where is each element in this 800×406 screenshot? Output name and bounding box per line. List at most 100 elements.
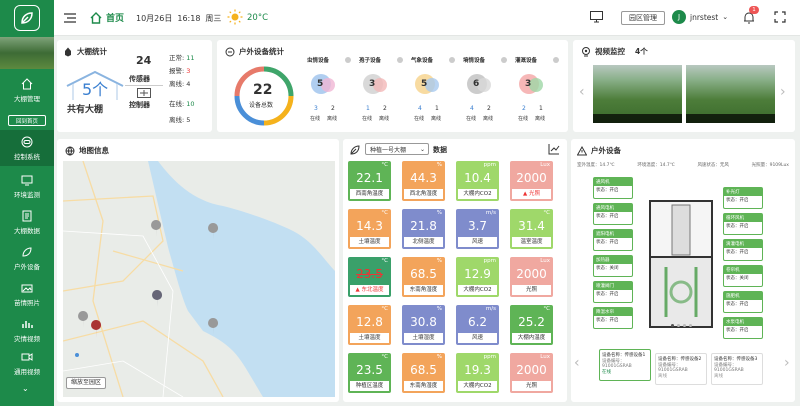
online-label: 在线 bbox=[518, 116, 529, 122]
sensor-status: 正常: 11 报警: 3 离线: 4 bbox=[169, 54, 195, 88]
sensor-cell[interactable]: °C 22.1 西南角温度 bbox=[348, 161, 391, 201]
sensor-label: 风速 bbox=[458, 333, 497, 343]
globe-icon bbox=[65, 146, 75, 156]
control-box-left[interactable]: 加热器 状态：关闭 bbox=[593, 255, 633, 277]
sensor-cell[interactable]: °C 14.3 土壤温度 bbox=[348, 209, 391, 249]
sensor-cell[interactable]: Lux 2000 ▲ 光照 bbox=[510, 161, 553, 201]
carousel-dots[interactable] bbox=[671, 324, 692, 327]
sensor-cell[interactable]: °C 25.2 大棚内温度 bbox=[510, 305, 553, 345]
sensor-label: ▲ 东北温度 bbox=[350, 285, 389, 295]
video-feed-1[interactable] bbox=[593, 65, 682, 123]
sidebar-item-data[interactable]: 大棚数据 bbox=[0, 204, 54, 240]
sensor-value: 68.5 bbox=[410, 267, 437, 281]
control-box-right[interactable]: 补光灯 状态：开启 bbox=[723, 187, 763, 209]
control-box-left[interactable]: 遮阳电机 状态：开启 bbox=[593, 229, 633, 251]
rocket-icon bbox=[65, 47, 71, 56]
sensor-cell[interactable]: ppm 10.4 大棚内CO2 bbox=[456, 161, 499, 201]
menu-toggle-icon[interactable] bbox=[64, 13, 76, 25]
sensor-cell[interactable]: % 44.3 西北角湿度 bbox=[402, 161, 445, 201]
sensor-cell[interactable]: Lux 2000 光照 bbox=[510, 257, 553, 297]
back-home-tag[interactable]: 回到首页 bbox=[8, 115, 46, 126]
sensor-unit: % bbox=[436, 306, 442, 312]
offline-count: 2 bbox=[383, 105, 387, 112]
control-box-right[interactable]: 循环风机 状态：开启 bbox=[723, 213, 763, 235]
outdoor-total-label: 设备总数 bbox=[249, 102, 274, 109]
map-canvas[interactable] bbox=[63, 161, 335, 397]
sensor-cell[interactable]: °C 23.5 ▲ 东北温度 bbox=[348, 257, 391, 297]
sensor-cell[interactable]: m/s 3.7 风速 bbox=[456, 209, 499, 249]
greenhouse-select[interactable]: 种植一号大棚 ⌄ bbox=[365, 143, 429, 155]
offline-label: 离线 bbox=[535, 116, 546, 122]
control-box-right[interactable]: 水泵电机 状态：开启 bbox=[723, 317, 763, 339]
sensor-cell[interactable]: % 21.8 北侧温度 bbox=[402, 209, 445, 249]
sensor-cell[interactable]: ppm 19.3 大棚内CO2 bbox=[456, 353, 499, 393]
control-box-left[interactable]: 喷灌阀门 状态：开启 bbox=[593, 281, 633, 303]
outdoor-group-count: 5 bbox=[421, 79, 428, 89]
chart-icon[interactable] bbox=[548, 143, 560, 157]
prev-arrow-icon[interactable]: ‹ bbox=[574, 355, 580, 371]
sensor-value: 12.9 bbox=[464, 267, 491, 281]
device-card[interactable]: 设备名称：传感设备1 设备编号：91001GSRAB 在线 bbox=[599, 349, 651, 381]
sensor-cell[interactable]: ppm 12.9 大棚内CO2 bbox=[456, 257, 499, 297]
sidebar-item-photos[interactable]: 苗情照片 bbox=[0, 276, 54, 312]
user-menu[interactable]: J jnrstest ⌄ bbox=[672, 10, 728, 24]
sidebar-item-video[interactable]: 通用视频 bbox=[0, 345, 54, 381]
control-box-left[interactable]: 通风机 状态：开启 bbox=[593, 177, 633, 199]
sun-icon bbox=[227, 9, 243, 27]
greenhouse-count-label: 共有大棚 bbox=[67, 105, 104, 115]
sensor-label: 温室温度 bbox=[512, 237, 551, 247]
online-count: 1 bbox=[366, 105, 370, 112]
sidebar-item-environment[interactable]: 环境监测 bbox=[0, 168, 54, 204]
data-title: 数据 bbox=[433, 146, 447, 154]
next-arrow-icon[interactable]: › bbox=[780, 84, 786, 100]
sensor-cell[interactable]: % 30.8 土壤湿度 bbox=[402, 305, 445, 345]
sensor-cell[interactable]: m/s 6.2 风速 bbox=[456, 305, 499, 345]
control-box-right[interactable]: 施肥机 状态：开启 bbox=[723, 291, 763, 313]
video-feed-2[interactable] bbox=[686, 65, 775, 123]
control-box-right[interactable]: 滴灌电机 状态：开启 bbox=[723, 239, 763, 261]
online-label: 在线 bbox=[414, 116, 425, 122]
sensor-unit: % bbox=[436, 258, 442, 264]
sidebar-item-outdoor[interactable]: 户外设备 bbox=[0, 240, 54, 276]
sensor-cell[interactable]: % 68.5 东南角湿度 bbox=[402, 257, 445, 297]
sensor-cell[interactable]: °C 12.8 土壤温度 bbox=[348, 305, 391, 345]
prev-arrow-icon[interactable]: ‹ bbox=[579, 84, 585, 100]
sensor-unit: °C bbox=[381, 210, 388, 216]
leaf-icon bbox=[349, 144, 361, 158]
zoom-to-park-button[interactable]: 缩放至园区 bbox=[66, 377, 107, 389]
sensor-value: 23.5 bbox=[356, 267, 383, 281]
sensor-unit: m/s bbox=[485, 210, 496, 216]
control-box-right[interactable]: 卷帘机 状态：关闭 bbox=[723, 265, 763, 287]
park-manage-button[interactable]: 园区管理 bbox=[621, 11, 665, 25]
sensor-unit: ppm bbox=[483, 258, 496, 264]
sensor-cell[interactable]: °C 31.4 温室温度 bbox=[510, 209, 553, 249]
sensor-cell[interactable]: Lux 2000 光照 bbox=[510, 353, 553, 393]
device-card[interactable]: 设备名称：传感设备2 设备编号：91001GSRAB 离线 bbox=[655, 353, 707, 385]
chevron-down-icon[interactable]: ⌄ bbox=[22, 384, 29, 393]
home-icon bbox=[90, 11, 102, 24]
control-box-left[interactable]: 通风电机 状态：开启 bbox=[593, 203, 633, 225]
sensor-cell[interactable]: °C 23.5 种植区温度 bbox=[348, 353, 391, 393]
notification-badge: 1 bbox=[749, 6, 759, 14]
greenhouse-stats-title: 大棚统计 bbox=[63, 46, 107, 57]
sensor-label: 西北角湿度 bbox=[404, 189, 443, 199]
sidebar-item-control[interactable]: 控制系统 bbox=[0, 130, 54, 166]
device-card[interactable]: 设备名称：传感设备3 设备编号：91001GSRAB 离线 bbox=[711, 353, 763, 385]
outdoor-stats-card: 户外设备统计 22 设备总数 虫情设备 5 3 2 在线 离线 孢子设备 3 1 2 在线 离线 气象设… bbox=[217, 40, 568, 132]
next-arrow-icon[interactable]: › bbox=[784, 355, 790, 371]
sensor-value: 19.3 bbox=[464, 363, 491, 377]
outdoor-group-name: 孢子设备 bbox=[359, 58, 382, 64]
fullscreen-icon[interactable] bbox=[774, 11, 786, 25]
sensor-value: 2000 bbox=[516, 363, 547, 377]
data-panel: 种植一号大棚 ⌄ 数据 °C 22.1 西南角温度 % 44.3 西北角湿度 ppm 10.4… bbox=[343, 139, 567, 402]
display-icon[interactable] bbox=[590, 11, 603, 25]
video-icon bbox=[21, 352, 33, 361]
breadcrumb-home[interactable]: 首页 bbox=[90, 11, 124, 24]
outdoor-eq-title: 户外设备 bbox=[577, 145, 621, 156]
sensor-unit: Lux bbox=[540, 258, 550, 264]
sidebar-item-greenhouse[interactable]: 大棚管理 bbox=[0, 72, 54, 108]
control-box-left[interactable]: 降温水帘 状态：开启 bbox=[593, 307, 633, 329]
sensor-value: 2000 bbox=[516, 171, 547, 185]
sidebar-item-disaster[interactable]: 灾情视频 bbox=[0, 312, 54, 348]
sensor-cell[interactable]: % 68.5 东南角湿度 bbox=[402, 353, 445, 393]
